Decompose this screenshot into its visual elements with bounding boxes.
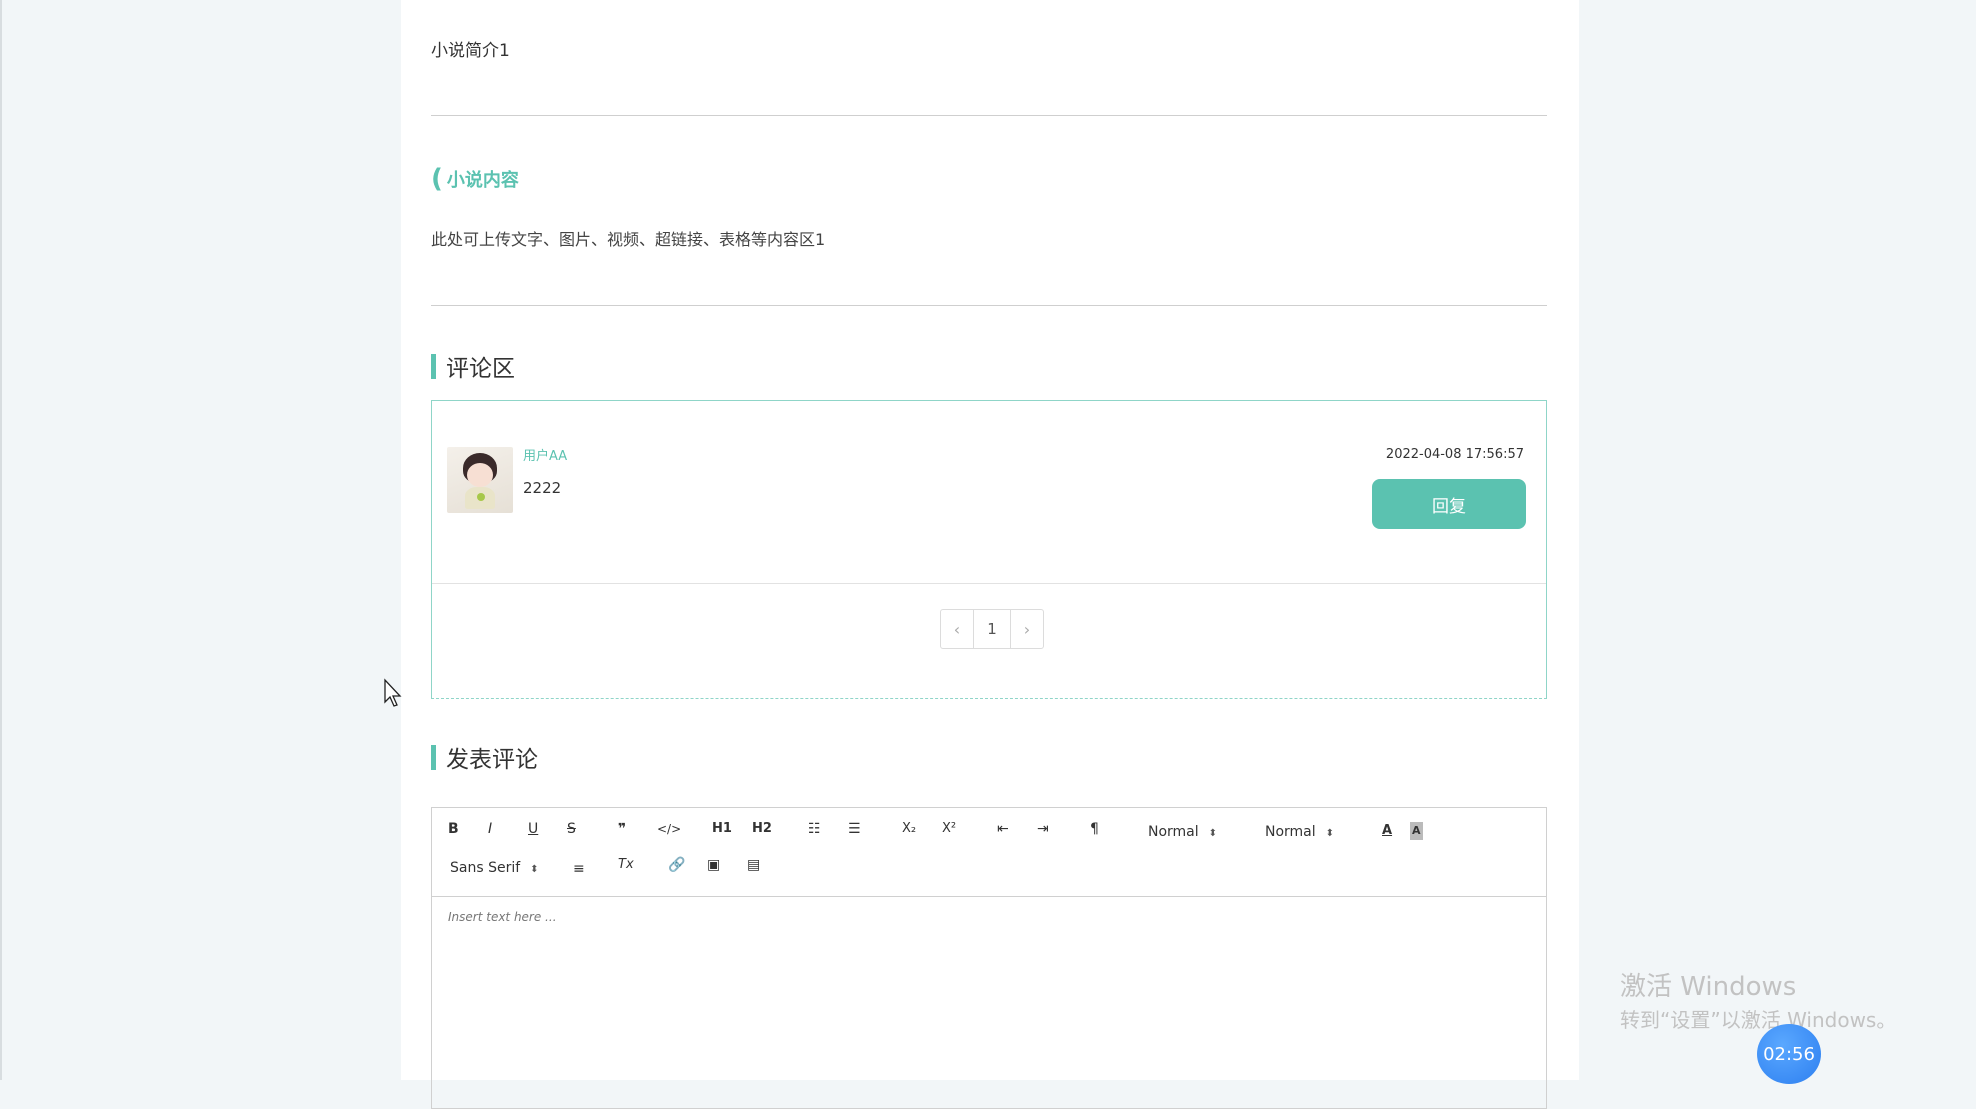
recording-timer: 02:56 xyxy=(1757,1024,1821,1084)
content-section-header: ( 小说内容 xyxy=(431,166,519,192)
section-bracket-icon: ( xyxy=(431,164,443,194)
font-picker[interactable]: Sans Serif ⬍ xyxy=(450,860,539,876)
comments-section-header: 评论区 xyxy=(431,349,515,383)
header-2-button[interactable]: H2 xyxy=(752,820,772,838)
picker-arrows-icon: ⬍ xyxy=(530,864,539,875)
image-button[interactable]: ▣ xyxy=(707,856,720,874)
comments-section-title: 评论区 xyxy=(446,356,515,382)
font-picker-label: Sans Serif xyxy=(450,860,521,876)
section-bar-icon xyxy=(431,353,436,379)
link-button[interactable]: 🔗 xyxy=(668,856,685,874)
align-button[interactable]: ≡ xyxy=(573,860,585,878)
novel-detail-card: 小说简介1 ( 小说内容 此处可上传文字、图片、视频、超链接、表格等内容区1 评… xyxy=(401,0,1579,1109)
mouse-cursor-icon xyxy=(384,678,402,707)
prev-page-button[interactable]: ‹ xyxy=(941,610,973,648)
background-color-button[interactable]: A xyxy=(1410,822,1423,840)
user-avatar xyxy=(447,447,513,513)
post-comment-header: 发表评论 xyxy=(431,740,538,774)
comment-user-name: 用户AA xyxy=(523,449,568,464)
text-direction-button[interactable]: ¶ xyxy=(1090,820,1099,838)
size-picker[interactable]: Normal ⬍ xyxy=(1148,824,1217,840)
divider xyxy=(431,305,1547,306)
post-comment-title: 发表评论 xyxy=(446,747,538,773)
underline-button[interactable]: U xyxy=(528,820,538,838)
next-page-button[interactable]: › xyxy=(1011,610,1043,648)
header-picker[interactable]: Normal ⬍ xyxy=(1265,824,1334,840)
outdent-button[interactable]: ⇤ xyxy=(997,820,1009,838)
header-picker-label: Normal xyxy=(1265,824,1316,840)
size-picker-label: Normal xyxy=(1148,824,1199,840)
code-block-button[interactable]: </> xyxy=(657,820,681,838)
avatar-detail-shape xyxy=(477,493,485,501)
text-color-button[interactable]: A xyxy=(1382,822,1392,840)
divider xyxy=(431,115,1547,116)
novel-content-text: 此处可上传文字、图片、视频、超链接、表格等内容区1 xyxy=(431,230,826,249)
picker-arrows-icon: ⬍ xyxy=(1208,828,1218,839)
superscript-button[interactable]: X² xyxy=(942,820,956,838)
novel-intro-text: 小说简介1 xyxy=(431,41,510,61)
content-section-title: 小说内容 xyxy=(446,170,519,191)
comment-list-divider xyxy=(432,583,1546,584)
comment-list-box: 用户AA 2222 2022-04-08 17:56:57 回复 ‹ 1 › xyxy=(431,400,1547,699)
section-bar-icon xyxy=(431,744,436,770)
blockquote-button[interactable]: ❞ xyxy=(618,820,626,838)
indent-button[interactable]: ⇥ xyxy=(1037,820,1049,838)
bullet-list-button[interactable]: ☰ xyxy=(848,820,861,838)
reply-button[interactable]: 回复 xyxy=(1372,479,1526,529)
avatar-face-shape xyxy=(467,463,493,487)
comment-text: 2222 xyxy=(523,479,562,497)
clean-format-button[interactable]: Tx xyxy=(618,856,634,874)
header-1-button[interactable]: H1 xyxy=(712,820,732,838)
pagination: ‹ 1 › xyxy=(940,609,1044,649)
comment-editor: B I U S ❞ </> H1 H2 ☷ ☰ X₂ X² ⇤ ⇥ ¶ Norm… xyxy=(431,807,1547,1109)
left-edge xyxy=(0,0,2,1080)
ordered-list-button[interactable]: ☷ xyxy=(808,820,821,838)
strike-button[interactable]: S xyxy=(567,820,576,838)
activation-watermark-title: 激活 Windows xyxy=(1620,972,1797,1002)
page-number-1[interactable]: 1 xyxy=(973,610,1011,648)
bold-button[interactable]: B xyxy=(448,820,459,838)
editor-text-area[interactable]: Insert text here ... xyxy=(448,910,557,924)
picker-arrows-icon: ⬍ xyxy=(1325,828,1335,839)
activation-watermark-subtitle: 转到“设置”以激活 Windows。 xyxy=(1620,1008,1897,1032)
comment-timestamp: 2022-04-08 17:56:57 xyxy=(1385,447,1524,462)
italic-button[interactable]: I xyxy=(488,820,492,838)
video-button[interactable]: ▤ xyxy=(747,856,760,874)
subscript-button[interactable]: X₂ xyxy=(902,820,916,838)
editor-toolbar: B I U S ❞ </> H1 H2 ☷ ☰ X₂ X² ⇤ ⇥ ¶ Norm… xyxy=(432,808,1546,897)
